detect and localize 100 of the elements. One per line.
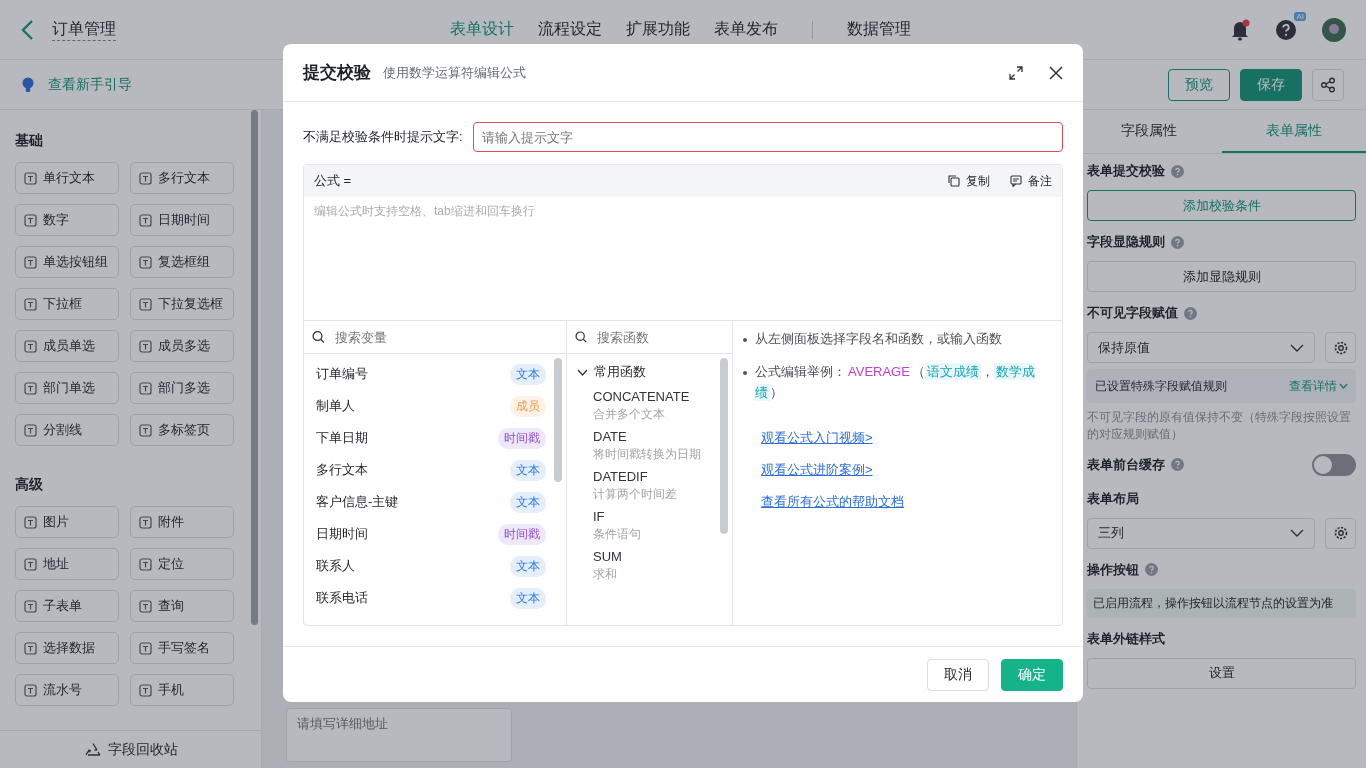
field-type-button[interactable]: 流水号 bbox=[15, 674, 119, 706]
variable-item[interactable]: 多行文本 文本 bbox=[304, 454, 566, 486]
field-type-button[interactable]: 日期时间 bbox=[130, 204, 234, 236]
help-link[interactable]: 观看公式进阶案例> bbox=[761, 461, 873, 480]
field-type-button[interactable]: 部门单选 bbox=[15, 372, 119, 404]
bell-icon[interactable] bbox=[1230, 18, 1250, 41]
field-type-button[interactable]: 手写签名 bbox=[130, 632, 234, 664]
field-type-button[interactable]: 部门多选 bbox=[130, 372, 234, 404]
field-type-button[interactable]: 成员单选 bbox=[15, 330, 119, 362]
address-field[interactable]: 请填写详细地址 bbox=[286, 708, 512, 762]
add-button[interactable]: 设置 bbox=[1087, 657, 1356, 689]
setting-title: 操作按钮 bbox=[1087, 560, 1139, 579]
settings-button[interactable] bbox=[1325, 517, 1356, 549]
field-type-icon bbox=[24, 297, 37, 311]
field-type-icon bbox=[139, 599, 152, 613]
variable-item[interactable]: 客户信息-主键 文本 bbox=[304, 486, 566, 518]
setting-title: 字段显隐规则 bbox=[1087, 233, 1165, 251]
field-type-button[interactable]: 选择数据 bbox=[15, 632, 119, 664]
field-type-button[interactable]: 单选按钮组 bbox=[15, 246, 119, 278]
field-type-button[interactable]: 下拉复选框 bbox=[130, 288, 234, 320]
section-heading: 高级 bbox=[15, 476, 44, 494]
select-field[interactable]: 保持原值 bbox=[1087, 332, 1315, 363]
field-label: 不满足校验条件时提示文字: bbox=[303, 128, 463, 146]
formula-label: 公式 = bbox=[314, 172, 352, 190]
help-icon[interactable] bbox=[1276, 19, 1296, 40]
field-type-icon bbox=[24, 255, 37, 269]
page-title: 订单管理 bbox=[52, 18, 116, 41]
variable-item[interactable]: 制单人 成员 bbox=[304, 390, 566, 422]
variable-item[interactable]: 联系电话 文本 bbox=[304, 582, 566, 614]
field-type-button[interactable]: 分割线 bbox=[15, 414, 119, 446]
field-type-button[interactable]: 成员多选 bbox=[130, 330, 234, 362]
comment-icon bbox=[1010, 175, 1022, 187]
function-item[interactable]: IF 条件语句 bbox=[567, 506, 732, 546]
nav-tab[interactable]: 扩展功能 bbox=[626, 19, 690, 40]
expand-icon[interactable] bbox=[1009, 65, 1023, 80]
help-link[interactable]: 观看公式入门视频> bbox=[761, 429, 873, 448]
field-type-button[interactable]: 下拉框 bbox=[15, 288, 119, 320]
field-type-button[interactable]: 多行文本 bbox=[130, 162, 234, 194]
chevron-down-icon bbox=[577, 368, 588, 376]
field-type-icon bbox=[24, 599, 37, 613]
help-link[interactable]: 查看所有公式的帮助文档 bbox=[761, 493, 904, 512]
share-icon bbox=[1320, 76, 1336, 93]
hint-text: 不可见字段的原有值保持不变（特殊字段按照设置的对应规则赋值） bbox=[1087, 410, 1352, 443]
function-item[interactable]: CONCATENATE 合并多个文本 bbox=[567, 386, 732, 426]
setting-title: 表单前台缓存 bbox=[1087, 455, 1165, 474]
field-type-icon bbox=[139, 171, 152, 185]
scrollbar[interactable] bbox=[251, 110, 258, 625]
field-type-button[interactable]: 单行文本 bbox=[15, 162, 119, 194]
dialog-title: 提交校验 bbox=[303, 62, 371, 84]
add-button[interactable]: 添加显隐规则 bbox=[1087, 261, 1356, 292]
variable-search-field[interactable]: 搜索变量 bbox=[304, 321, 566, 354]
address-input[interactable]: 请填写详细地址 bbox=[295, 715, 503, 732]
nav-tab[interactable]: 数据管理 bbox=[847, 19, 911, 40]
function-group[interactable]: 常用函数 bbox=[567, 358, 732, 386]
field-type-button[interactable]: 子表单 bbox=[15, 590, 119, 622]
field-type-button[interactable]: 复选框组 bbox=[130, 246, 234, 278]
search-icon bbox=[312, 330, 325, 344]
variable-item[interactable]: 联系人 文本 bbox=[304, 550, 566, 582]
nav-tab[interactable]: 表单发布 bbox=[714, 19, 778, 40]
field-type-icon bbox=[24, 423, 37, 437]
function-item[interactable]: SUM 求和 bbox=[567, 546, 732, 586]
field-type-button[interactable]: 数字 bbox=[15, 204, 119, 236]
nav-tab[interactable]: 流程设定 bbox=[538, 19, 602, 40]
field-type-icon bbox=[139, 381, 152, 395]
type-tag: 文本 bbox=[510, 555, 546, 577]
field-type-button[interactable]: 图片 bbox=[15, 506, 119, 538]
select-field[interactable]: 三列 bbox=[1087, 517, 1315, 549]
avatar[interactable] bbox=[1322, 17, 1346, 42]
copy-icon bbox=[948, 175, 960, 187]
cancel-button[interactable]: 取消 bbox=[927, 658, 989, 691]
setting-title: 不可见字段赋值 bbox=[1087, 304, 1178, 322]
variable-item[interactable]: 日期时间 时间戳 bbox=[304, 518, 566, 550]
function-item[interactable]: DATE 将时间戳转换为日期 bbox=[567, 426, 732, 466]
field-type-button[interactable]: 地址 bbox=[15, 548, 119, 580]
settings-button[interactable] bbox=[1325, 332, 1356, 363]
hint-text-input[interactable]: 请输入提示文字 bbox=[472, 122, 1063, 152]
field-type-icon bbox=[139, 683, 152, 697]
setting-title: 表单提交校验 bbox=[1087, 162, 1165, 180]
field-type-icon bbox=[24, 171, 37, 185]
function-item[interactable]: DATEDIF 计算两个时间差 bbox=[567, 466, 732, 506]
scrollbar[interactable] bbox=[720, 358, 728, 534]
note-button[interactable]: 备注 bbox=[1010, 172, 1052, 190]
field-type-button[interactable]: 附件 bbox=[130, 506, 234, 538]
variable-item[interactable]: 下单日期 时间戳 bbox=[304, 422, 566, 454]
close-icon[interactable] bbox=[1049, 65, 1063, 80]
function-search-field[interactable]: 搜索函数 bbox=[567, 321, 732, 354]
section-heading: 基础 bbox=[15, 132, 44, 150]
copy-button[interactable]: 复制 bbox=[948, 172, 990, 190]
field-type-icon bbox=[139, 423, 152, 437]
share-button[interactable] bbox=[1312, 68, 1344, 101]
field-type-button[interactable]: 查询 bbox=[130, 590, 234, 622]
back-icon[interactable] bbox=[20, 18, 34, 41]
toggle-switch[interactable] bbox=[1312, 453, 1356, 476]
field-type-button[interactable]: 定位 bbox=[130, 548, 234, 580]
scrollbar[interactable] bbox=[554, 358, 562, 482]
field-type-button[interactable]: 手机 bbox=[130, 674, 234, 706]
variable-item[interactable]: 订单编号 文本 bbox=[304, 358, 566, 390]
gear-icon bbox=[1332, 525, 1349, 541]
field-type-icon bbox=[24, 557, 37, 571]
field-type-button[interactable]: 多标签页 bbox=[130, 414, 234, 446]
